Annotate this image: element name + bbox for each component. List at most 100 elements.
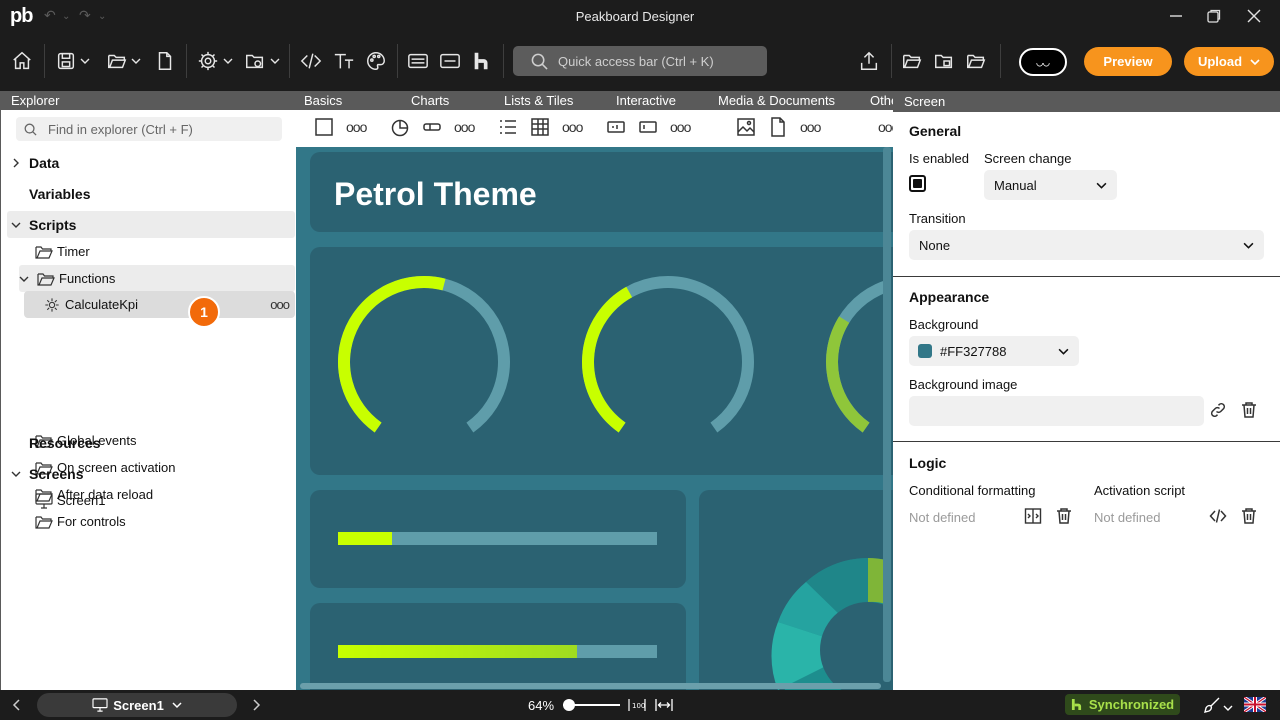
textbox-icon[interactable]: [638, 117, 660, 139]
folder-settings-icon[interactable]: [932, 44, 956, 78]
screen-selector[interactable]: Screen1: [37, 693, 237, 717]
tree-item-label: Timer: [57, 244, 90, 259]
activation-script-value: Not defined: [1094, 510, 1161, 525]
text-format-icon[interactable]: [332, 44, 356, 78]
preview-button[interactable]: Preview: [1084, 47, 1172, 76]
zoom-slider-thumb[interactable]: [562, 699, 575, 711]
transition-dropdown[interactable]: None: [909, 230, 1264, 260]
is-enabled-checkbox[interactable]: [909, 175, 926, 192]
tree-item-calculatekpi[interactable]: CalculateKpi ooo: [24, 291, 295, 318]
code-icon[interactable]: [299, 44, 323, 78]
more-media-icon[interactable]: ooo: [800, 119, 821, 135]
chevron-down-icon[interactable]: [19, 274, 29, 284]
more-lists-icon[interactable]: ooo: [562, 119, 583, 135]
explorer-header: Explorer: [0, 91, 296, 110]
image-icon[interactable]: [736, 117, 758, 139]
more-basics-icon[interactable]: ooo: [346, 119, 367, 135]
tree-item-label: Screen1: [57, 493, 106, 508]
tab-basics[interactable]: Basics: [304, 93, 342, 108]
hub-icon[interactable]: [471, 44, 493, 78]
export-upload-icon[interactable]: [857, 44, 881, 78]
more-options-icon[interactable]: ooo: [270, 297, 290, 312]
minimize-icon[interactable]: [1162, 4, 1190, 28]
restore-icon[interactable]: [1200, 4, 1228, 28]
tree-item-label: Resources: [29, 434, 101, 451]
rectangle-icon[interactable]: [314, 117, 336, 139]
tab-media-documents[interactable]: Media & Documents: [718, 93, 835, 108]
chevron-right-icon[interactable]: [11, 158, 21, 168]
tree-item-screen1[interactable]: Screen1: [35, 487, 291, 514]
activation-script-code-icon[interactable]: [1209, 507, 1229, 527]
fit-width-icon[interactable]: [655, 696, 673, 714]
monitor-icon: [35, 492, 53, 509]
close-icon[interactable]: [1240, 4, 1268, 28]
tree-item-variables[interactable]: Variables: [29, 180, 291, 207]
chevron-down-icon[interactable]: [11, 469, 21, 479]
canvas-title[interactable]: Petrol Theme: [334, 176, 537, 213]
quick-access-bar[interactable]: Quick access bar (Ctrl + K): [513, 46, 767, 76]
settings-gear-icon[interactable]: [196, 44, 220, 78]
peakboard-box-icon[interactable]: [407, 44, 429, 78]
tree-item-timer[interactable]: Timer: [35, 238, 291, 265]
pie-chart-icon[interactable]: [390, 117, 412, 139]
brush-icon[interactable]: [1203, 696, 1221, 714]
home-icon[interactable]: [10, 44, 34, 78]
upload-label: Upload: [1197, 54, 1243, 69]
explorer-search-input[interactable]: Find in explorer (Ctrl + F): [16, 117, 282, 141]
more-interactive-icon[interactable]: ooo: [670, 119, 691, 135]
button-control-icon[interactable]: [606, 117, 628, 139]
separator: [44, 44, 45, 78]
more-other-icon[interactable]: ooo: [878, 119, 893, 135]
previous-screen-icon[interactable]: [12, 698, 24, 712]
open-folder-icon[interactable]: [104, 44, 130, 78]
open-chevron-down-icon[interactable]: [130, 44, 142, 78]
project-settings-icon[interactable]: [242, 44, 268, 78]
tree-item-data[interactable]: Data: [11, 149, 291, 176]
folder-open-icon[interactable]: [964, 44, 988, 78]
save-icon[interactable]: [54, 44, 78, 78]
user-avatar[interactable]: ◡◡: [1019, 48, 1067, 76]
uk-flag-icon[interactable]: [1243, 695, 1267, 714]
list-icon[interactable]: [498, 117, 520, 139]
screen-change-label: Screen change: [984, 151, 1072, 166]
tree-item-screens[interactable]: Screens: [11, 460, 291, 487]
link-icon[interactable]: [1209, 401, 1229, 421]
folder-icon: [35, 515, 53, 529]
sync-status-badge[interactable]: Synchronized: [1065, 694, 1180, 715]
table-icon[interactable]: [530, 117, 552, 139]
conditional-formatting-edit-icon[interactable]: [1024, 507, 1044, 527]
bar-chart-icon[interactable]: [422, 117, 444, 139]
tree-item-functions[interactable]: Functions: [19, 265, 295, 292]
tab-other[interactable]: Othe: [870, 93, 893, 108]
new-file-icon[interactable]: [154, 44, 176, 78]
tab-lists-tiles[interactable]: Lists & Tiles: [504, 93, 573, 108]
tree-item-scripts[interactable]: Scripts: [7, 211, 295, 238]
zoom-100-icon[interactable]: 100: [628, 696, 646, 714]
background-color-dropdown[interactable]: #FF327788: [909, 336, 1079, 366]
brush-chevron-down-icon[interactable]: [1223, 700, 1233, 711]
tree-item-resources[interactable]: Resources: [29, 429, 291, 456]
gauge-value-arc: [338, 276, 446, 433]
upload-button[interactable]: Upload: [1184, 47, 1274, 76]
settings-chevron-down-icon[interactable]: [222, 44, 234, 78]
delete-background-image-icon[interactable]: [1240, 401, 1260, 421]
background-image-input[interactable]: [909, 396, 1204, 426]
tab-interactive[interactable]: Interactive: [616, 93, 676, 108]
project-settings-chevron-down-icon[interactable]: [269, 44, 281, 78]
pdf-icon[interactable]: [768, 117, 790, 139]
palette-icon[interactable]: [364, 44, 388, 78]
chevron-down-icon[interactable]: [11, 220, 21, 230]
next-screen-icon[interactable]: [251, 698, 263, 712]
save-chevron-down-icon[interactable]: [79, 44, 91, 78]
horizontal-scrollbar[interactable]: [300, 683, 881, 689]
zoom-slider[interactable]: [562, 699, 620, 711]
more-charts-icon[interactable]: ooo: [454, 119, 475, 135]
folder-icon[interactable]: [900, 44, 924, 78]
delete-conditional-formatting-icon[interactable]: [1055, 507, 1075, 527]
design-canvas[interactable]: Petrol Theme: [296, 147, 893, 690]
screen-change-dropdown[interactable]: Manual: [984, 170, 1117, 200]
edge-icon[interactable]: [439, 44, 461, 78]
delete-activation-script-icon[interactable]: [1240, 507, 1260, 527]
vertical-scrollbar[interactable]: [883, 147, 891, 682]
tab-charts[interactable]: Charts: [411, 93, 449, 108]
